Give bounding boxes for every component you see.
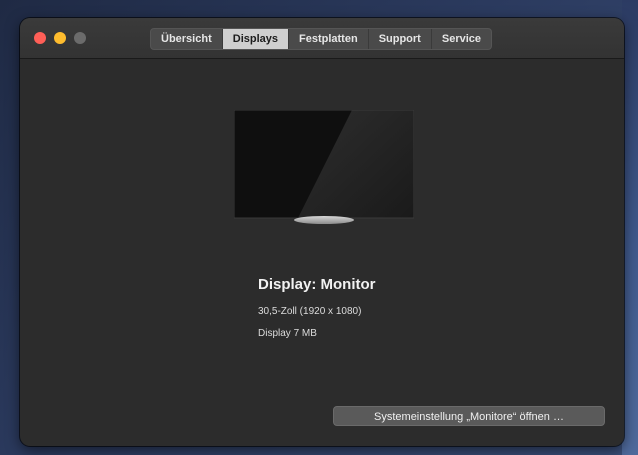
desktop-background — [622, 0, 638, 455]
tab-service[interactable]: Service — [432, 29, 491, 49]
tab-support[interactable]: Support — [369, 29, 432, 49]
display-size-text: 30,5-Zoll (1920 x 1080) — [258, 306, 362, 317]
minimize-button[interactable] — [54, 32, 66, 44]
zoom-button[interactable] — [74, 32, 86, 44]
open-display-preferences-button[interactable]: Systemeinstellung „Monitore“ öffnen … — [333, 406, 605, 426]
tab-displays[interactable]: Displays — [222, 29, 289, 49]
tab-storage[interactable]: Festplatten — [289, 29, 369, 49]
tab-bar: Übersicht Displays Festplatten Support S… — [150, 28, 493, 50]
about-this-mac-window: Übersicht Displays Festplatten Support S… — [20, 18, 624, 446]
display-vram-text: Display 7 MB — [258, 328, 317, 339]
monitor-icon — [234, 110, 414, 224]
title-bar: Übersicht Displays Festplatten Support S… — [20, 18, 624, 59]
display-title: Display: Monitor — [258, 276, 376, 293]
tab-overview[interactable]: Übersicht — [151, 29, 223, 49]
close-button[interactable] — [34, 32, 46, 44]
